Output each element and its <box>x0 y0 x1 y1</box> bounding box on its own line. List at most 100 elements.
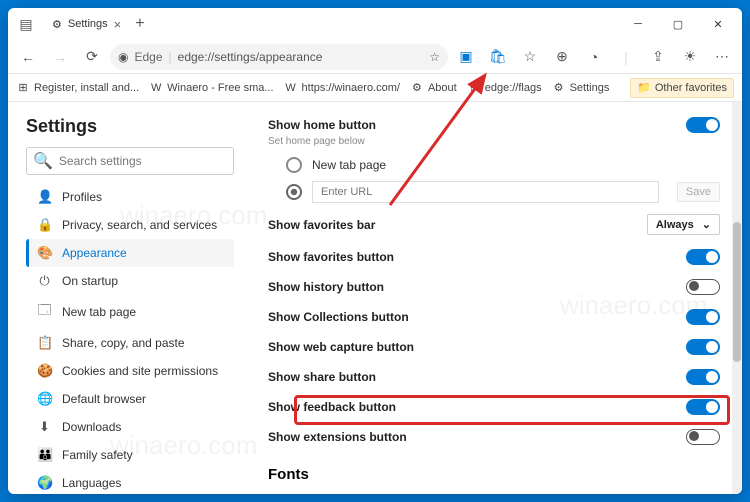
scrollbar-thumb[interactable] <box>733 222 741 362</box>
bookmark-item[interactable]: ⚙ About <box>410 81 457 95</box>
bookmark-item[interactable]: ⚙ Settings <box>552 81 610 95</box>
show-home-toggle[interactable] <box>686 117 720 133</box>
close-tab-icon[interactable]: × <box>114 17 122 32</box>
forward-button: → <box>46 43 74 71</box>
search-settings-input[interactable]: 🔍 <box>26 147 234 175</box>
nav-label: Cookies and site permissions <box>62 364 218 378</box>
bookmark-label: edge://flags <box>485 82 542 94</box>
home-radio-url[interactable]: Save <box>268 177 720 207</box>
scrollbar[interactable] <box>732 102 742 494</box>
profile-icon[interactable]: ☀ <box>676 43 704 71</box>
chevron-down-icon: ⌄ <box>702 218 711 231</box>
browser-tab[interactable]: ⚙ Settings × <box>44 10 129 38</box>
edge-icon: ◉ <box>118 50 128 64</box>
nav-icon: 🔒 <box>37 217 52 233</box>
fonts-section-title: Fonts <box>268 466 720 483</box>
toggle[interactable] <box>686 309 720 325</box>
gear-icon: ⚙ <box>52 18 62 31</box>
toolbar-sep: | <box>612 43 640 71</box>
bookmark-item[interactable]: ⊞ Register, install and... <box>16 81 139 95</box>
toggle[interactable] <box>686 399 720 415</box>
toggle[interactable] <box>686 249 720 265</box>
favorites-icon[interactable]: ☆ <box>516 43 544 71</box>
sidebar-item-on-startup[interactable]: ⏻On startup <box>26 267 234 295</box>
nav-icon: 🌐 <box>37 391 52 407</box>
toggle[interactable] <box>686 279 720 295</box>
sidebar-item-family-safety[interactable]: 👪 Family safety <box>26 441 234 469</box>
toggle[interactable] <box>686 369 720 385</box>
sidebar-item-share-copy-and-paste[interactable]: 📋Share, copy, and paste <box>26 329 234 357</box>
sidebar-item-new-tab-page[interactable]: 🗔New tab page <box>26 295 234 329</box>
collections-icon[interactable]: ⊕ <box>548 43 576 71</box>
ext-icon-2[interactable]: 🛍 <box>484 43 512 71</box>
minimize-button[interactable]: ─ <box>618 8 658 40</box>
ext-icon-1[interactable]: ▣ <box>452 43 480 71</box>
sidebar-item-default-browser[interactable]: 🌐 Default browser <box>26 385 234 413</box>
bookmark-icon: W <box>149 81 163 95</box>
setting-label: Show favorites button <box>268 250 394 264</box>
history-icon[interactable]: ◔ <box>580 43 608 71</box>
save-button: Save <box>677 182 720 202</box>
setting-show-history-button: Show history button <box>268 272 720 302</box>
maximize-button[interactable]: ▢ <box>658 8 698 40</box>
sidebar-item-privacy-search-and-services[interactable]: 🔒Privacy, search, and services <box>26 211 234 239</box>
sidebar-item-cookies-and-site-permissions[interactable]: 🍪Cookies and site permissions <box>26 357 234 385</box>
tab-title: Settings <box>68 18 108 30</box>
setting-show-collections-button: Show Collections button <box>268 302 720 332</box>
home-url-input[interactable] <box>312 181 659 203</box>
home-radio-newtab[interactable]: New tab page <box>268 153 720 177</box>
setting-show-extensions-button: Show extensions button <box>268 422 720 452</box>
address-url: edge://settings/appearance <box>178 50 424 64</box>
address-scheme: Edge <box>134 50 162 64</box>
bookmark-icon: W <box>284 81 298 95</box>
bookmark-icon: ⚙ <box>552 81 566 95</box>
sidebar-item-downloads[interactable]: ⬇Downloads <box>26 413 234 441</box>
radio-icon <box>286 157 302 173</box>
bookmarks-bar: ⊞ Register, install and... W Winaero - Free… <box>8 74 742 102</box>
bookmark-item[interactable]: ⚑ edge://flags <box>467 81 542 95</box>
bookmark-label: Settings <box>570 82 610 94</box>
dropdown[interactable]: Always⌄ <box>647 214 720 235</box>
sidebar-item-profiles[interactable]: 👤Profiles <box>26 183 234 211</box>
nav-label: Share, copy, and paste <box>62 336 185 350</box>
share-icon[interactable]: ⇪ <box>644 43 672 71</box>
sidebar-item-languages[interactable]: 🌍Languages <box>26 469 234 494</box>
bookmark-label: Winaero - Free sma... <box>167 82 273 94</box>
nav-icon: 👪 <box>37 447 52 463</box>
sidebar-item-appearance[interactable]: 🎨Appearance <box>26 239 234 267</box>
nav-icon: ⬇ <box>37 419 52 435</box>
bookmark-icon: ⚙ <box>410 81 424 95</box>
setting-label: Show extensions button <box>268 430 407 444</box>
show-home-subtext: Set home page below <box>268 136 720 147</box>
toolbar: ← → ⟳ ◉ Edge | edge://settings/appearanc… <box>8 40 742 74</box>
read-aloud-icon[interactable]: ☆ <box>429 50 440 64</box>
nav-icon: ⏻ <box>37 273 52 289</box>
tab-actions-icon[interactable]: ▤ <box>12 10 40 38</box>
search-field[interactable] <box>59 154 227 168</box>
bookmark-icon: ⊞ <box>16 81 30 95</box>
bookmark-item[interactable]: Whttps://winaero.com/ <box>284 81 400 95</box>
settings-sidebar: Settings 🔍 👤Profiles🔒Privacy, search, an… <box>8 102 238 494</box>
new-tab-button[interactable]: + <box>135 15 144 33</box>
folder-icon: 📁 <box>637 81 651 95</box>
bookmark-label: Register, install and... <box>34 82 139 94</box>
other-favorites[interactable]: 📁Other favorites <box>630 78 734 98</box>
nav-label: Default browser <box>62 392 146 406</box>
setting-label: Show share button <box>268 370 376 384</box>
bookmark-icon: ⚑ <box>467 81 481 95</box>
setting-label: Show feedback button <box>268 400 396 414</box>
bookmark-label: About <box>428 82 457 94</box>
refresh-button[interactable]: ⟳ <box>78 43 106 71</box>
setting-show-feedback-button: Show feedback button <box>268 392 720 422</box>
bookmark-item[interactable]: W Winaero - Free sma... <box>149 81 273 95</box>
nav-label: Profiles <box>62 190 102 204</box>
back-button[interactable]: ← <box>14 43 42 71</box>
address-bar[interactable]: ◉ Edge | edge://settings/appearance ☆ <box>110 44 448 70</box>
toggle[interactable] <box>686 429 720 445</box>
nav-label: Family safety <box>62 448 133 462</box>
menu-button[interactable]: ⋯ <box>708 43 736 71</box>
toggle[interactable] <box>686 339 720 355</box>
close-window-button[interactable]: ✕ <box>698 8 738 40</box>
setting-show-favorites-button: Show favorites button <box>268 242 720 272</box>
setting-show-favorites-bar: Show favorites barAlways⌄ <box>268 207 720 242</box>
